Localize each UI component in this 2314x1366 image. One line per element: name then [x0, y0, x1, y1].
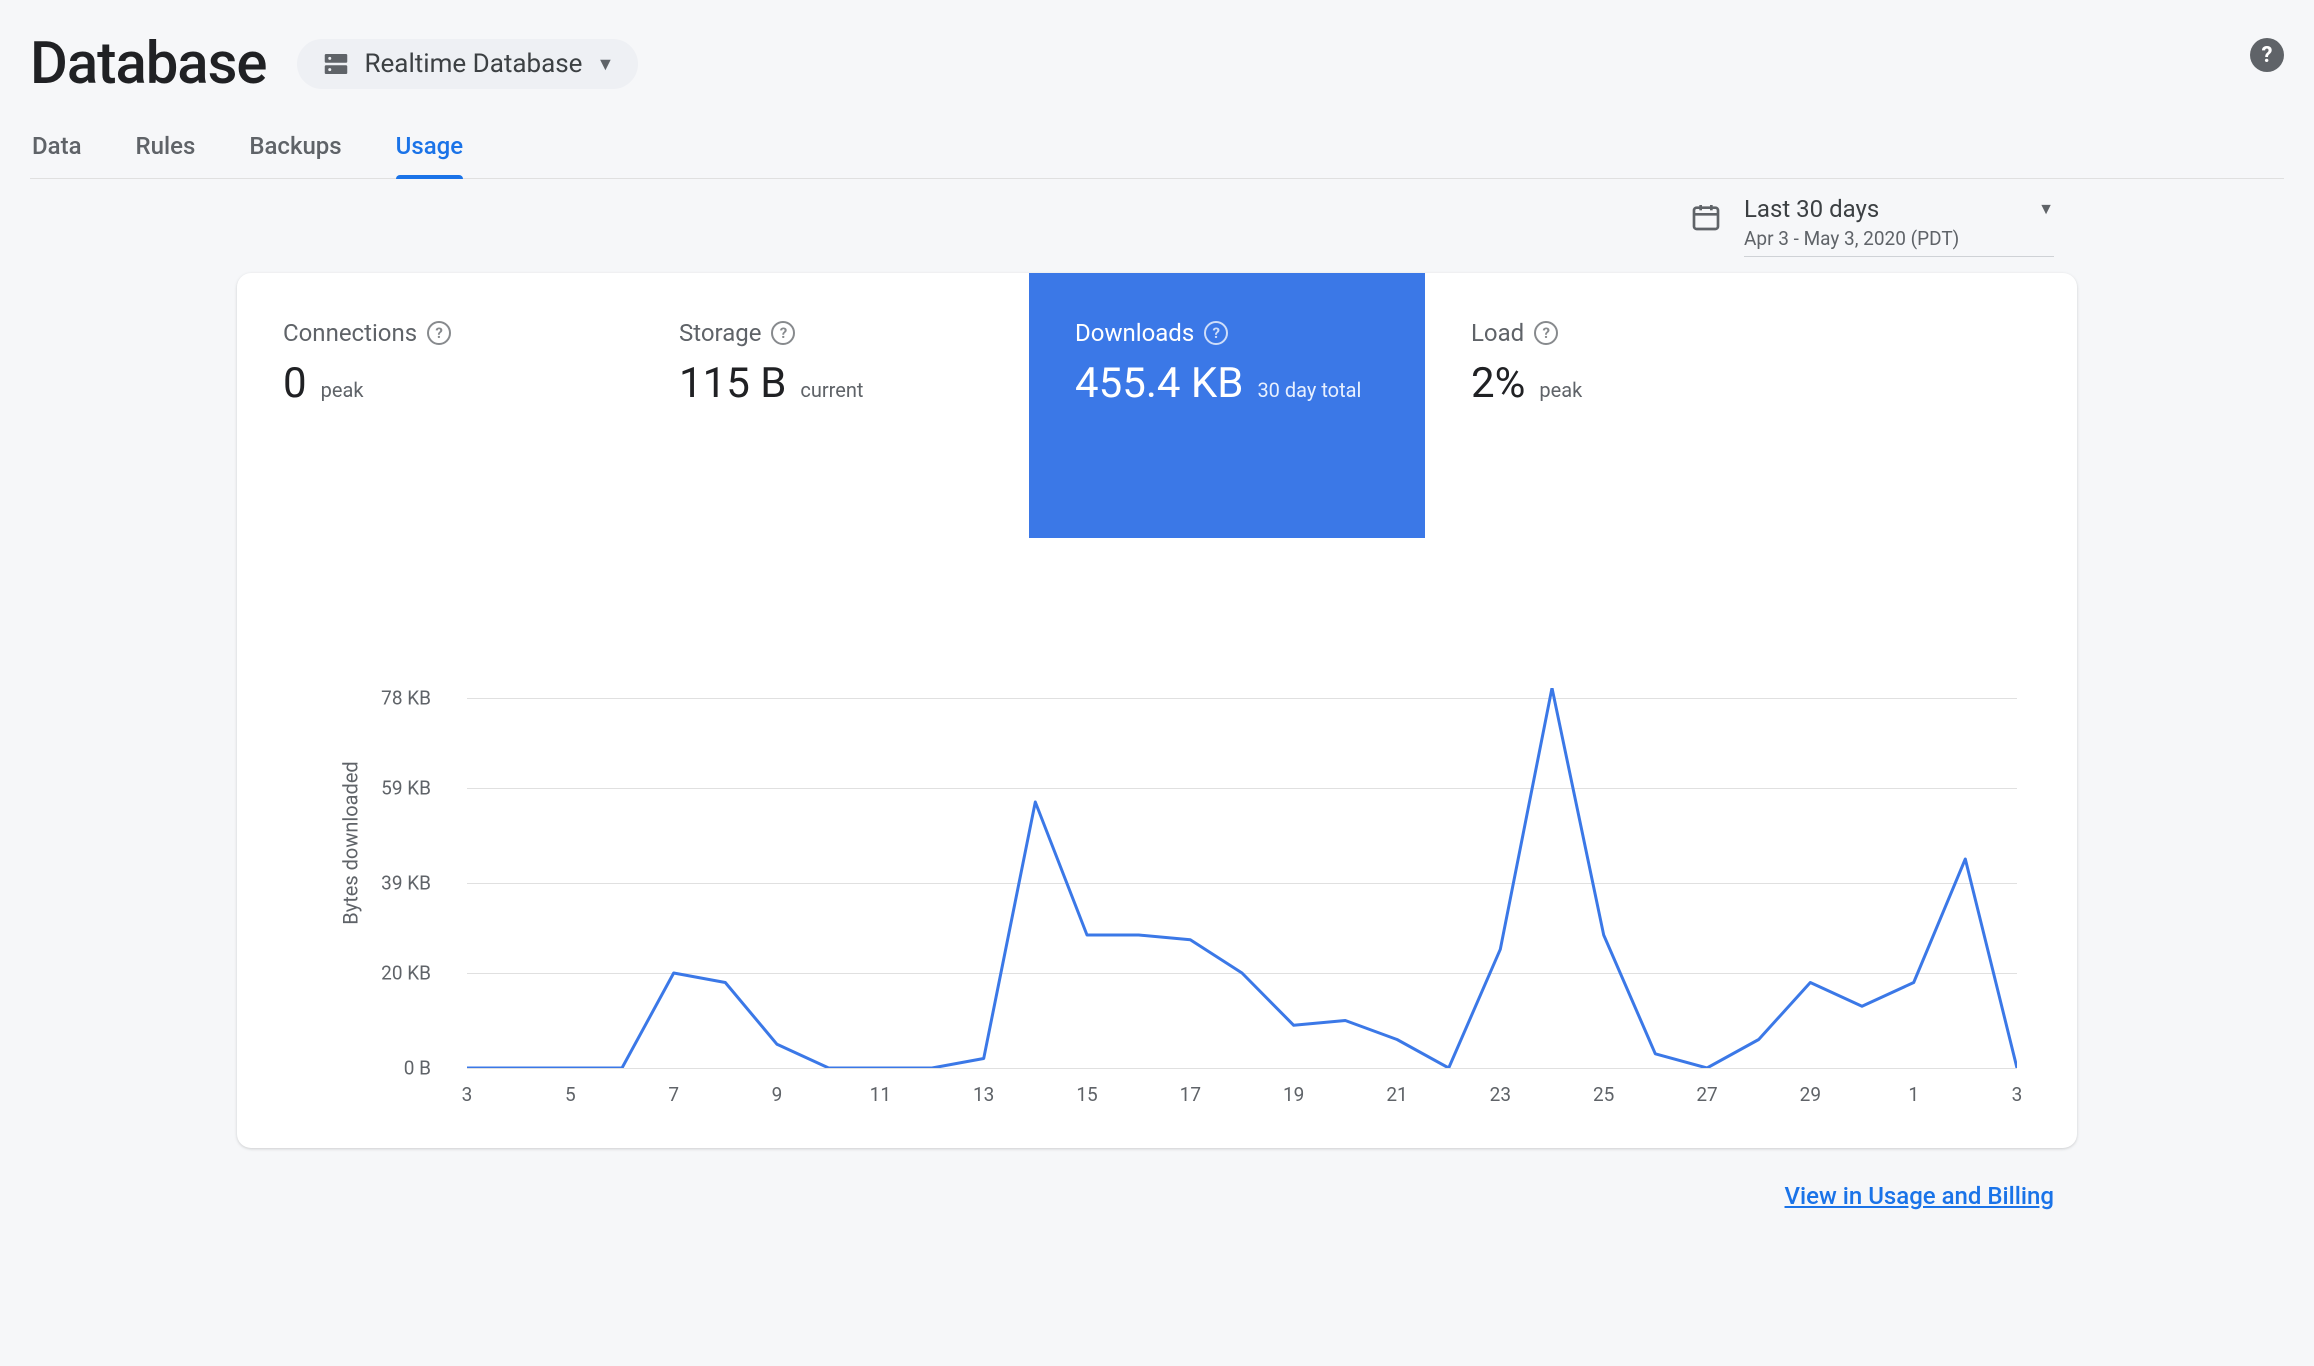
view-usage-billing-link[interactable]: View in Usage and Billing — [1785, 1182, 2054, 1210]
metric-title: Downloads — [1075, 319, 1194, 347]
date-range-picker[interactable]: Last 30 days ▼ Apr 3 - May 3, 2020 (PDT) — [1690, 195, 2054, 257]
x-tick-label: 11 — [870, 1083, 891, 1106]
x-tick-label: 21 — [1386, 1083, 1407, 1106]
caret-down-icon: ▼ — [596, 54, 614, 75]
tab-rules[interactable]: Rules — [136, 126, 196, 178]
y-tick-label: 20 KB — [367, 962, 447, 985]
date-range-label: Last 30 days — [1744, 195, 1879, 223]
metric-sub: current — [800, 378, 863, 402]
chart-line — [467, 688, 2017, 1068]
downloads-chart: Bytes downloaded 0 B 20 KB 39 KB 59 KB 78 KB… — [237, 538, 2077, 1148]
x-tick-label: 19 — [1283, 1083, 1304, 1106]
help-icon[interactable]: ? — [1534, 321, 1558, 345]
metric-connections[interactable]: Connections ? 0 peak — [237, 303, 633, 538]
x-tick-label: 29 — [1800, 1083, 1821, 1106]
metric-value: 115 B — [679, 359, 786, 408]
calendar-icon — [1690, 201, 1722, 237]
metric-load[interactable]: Load ? 2% peak — [1425, 303, 1821, 538]
metric-title: Load — [1471, 319, 1524, 347]
x-tick-label: 1 — [1908, 1083, 1919, 1106]
x-tick-label: 3 — [462, 1083, 473, 1106]
x-tick-label: 17 — [1180, 1083, 1201, 1106]
tabs: Data Rules Backups Usage — [30, 126, 2284, 179]
help-icon[interactable]: ? — [771, 321, 795, 345]
date-range-detail: Apr 3 - May 3, 2020 (PDT) — [1744, 227, 2054, 250]
metric-title: Storage — [679, 319, 761, 347]
metric-downloads[interactable]: Downloads ? 455.4 KB 30 day total — [1029, 273, 1425, 538]
x-tick-label: 25 — [1593, 1083, 1614, 1106]
metric-sub: peak — [1539, 378, 1582, 402]
tab-backups[interactable]: Backups — [249, 126, 341, 178]
help-button[interactable]: ? — [2250, 38, 2284, 72]
database-selector[interactable]: Realtime Database ▼ — [297, 39, 639, 89]
metric-sub: 30 day total — [1257, 378, 1361, 402]
tab-usage[interactable]: Usage — [396, 126, 463, 178]
x-tick-label: 5 — [565, 1083, 576, 1106]
caret-down-icon: ▼ — [2038, 199, 2054, 219]
database-stack-icon — [321, 49, 351, 79]
metric-sub: peak — [321, 378, 364, 402]
help-icon[interactable]: ? — [427, 321, 451, 345]
x-tick-label: 27 — [1696, 1083, 1717, 1106]
y-tick-label: 0 B — [367, 1057, 447, 1080]
question-icon: ? — [2262, 43, 2273, 68]
x-tick-label: 13 — [973, 1083, 994, 1106]
metric-value: 0 — [283, 359, 307, 408]
x-tick-label: 9 — [772, 1083, 783, 1106]
database-selector-label: Realtime Database — [365, 49, 583, 79]
metric-value: 455.4 KB — [1075, 359, 1243, 408]
help-icon[interactable]: ? — [1204, 321, 1228, 345]
x-tick-label: 7 — [668, 1083, 679, 1106]
metric-title: Connections — [283, 319, 417, 347]
metric-value: 2% — [1471, 359, 1525, 408]
x-tick-label: 15 — [1076, 1083, 1097, 1106]
tab-data[interactable]: Data — [32, 126, 82, 178]
x-tick-label: 23 — [1490, 1083, 1511, 1106]
x-tick-label: 3 — [2012, 1083, 2023, 1106]
y-axis-label: Bytes downloaded — [339, 761, 363, 924]
y-tick-label: 78 KB — [367, 686, 447, 709]
page-title: Database — [30, 30, 267, 98]
y-tick-label: 39 KB — [367, 871, 447, 894]
metric-storage[interactable]: Storage ? 115 B current — [633, 303, 1029, 538]
usage-card: Connections ? 0 peak Storage ? 115 B cur… — [237, 273, 2077, 1148]
y-tick-label: 59 KB — [367, 776, 447, 799]
